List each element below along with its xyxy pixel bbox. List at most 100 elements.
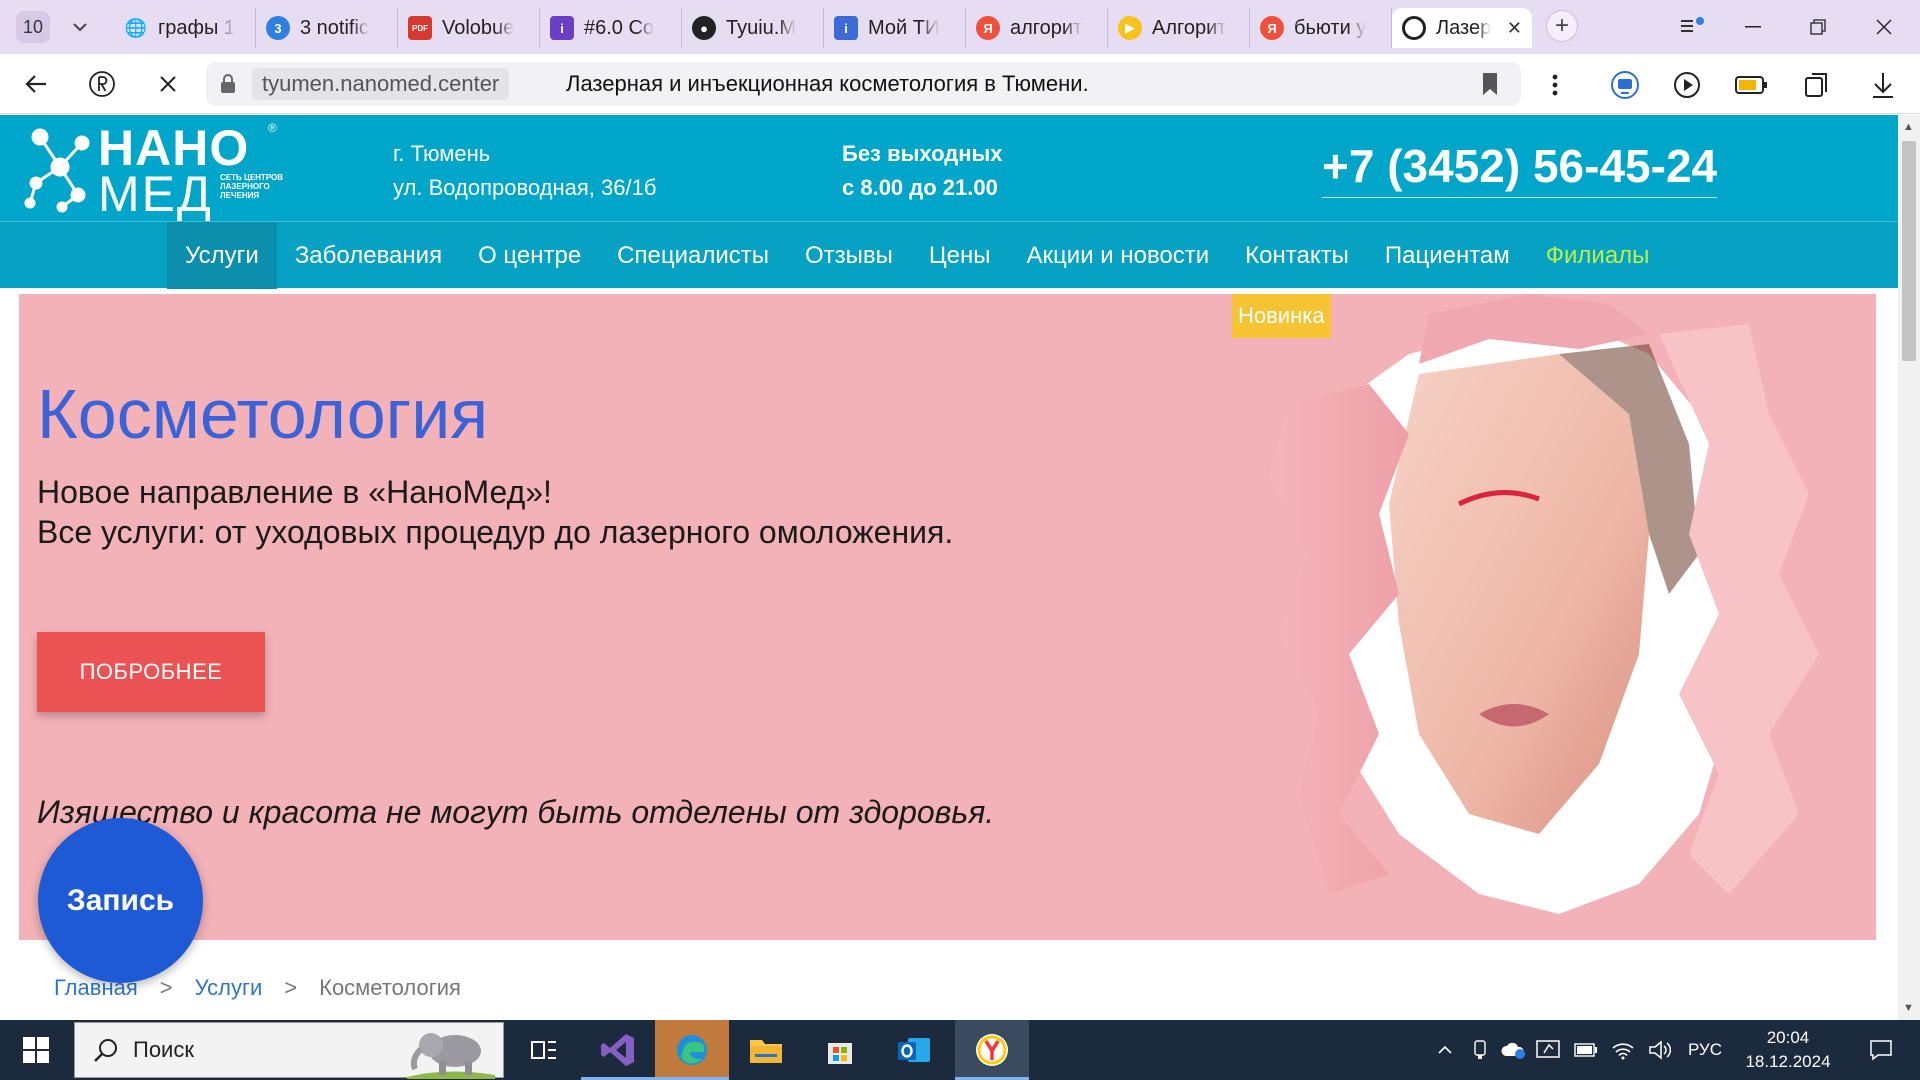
- taskbar-search-placeholder: Поиск: [133, 1037, 194, 1062]
- minimize-icon: [1745, 26, 1761, 28]
- browser-tab[interactable]: PDF Volobue: [398, 8, 540, 48]
- nav-item[interactable]: Отзывы: [787, 222, 911, 289]
- nav-item[interactable]: Пациентам: [1367, 222, 1528, 289]
- battery-saver-button[interactable]: [1734, 68, 1768, 102]
- taskbar-microsoft-store[interactable]: [803, 1020, 877, 1080]
- wifi-icon: [1612, 1043, 1634, 1060]
- bookmark-icon[interactable]: [1481, 72, 1499, 96]
- show-hidden-icons-button[interactable]: [1430, 1020, 1460, 1080]
- nav-item[interactable]: Акции и новости: [1009, 222, 1228, 289]
- tray-onedrive[interactable]: [1497, 1020, 1529, 1080]
- browser-tab[interactable]: i Мой ТИ: [824, 8, 966, 48]
- info-square-icon: i: [550, 16, 574, 40]
- working-hours: Без выходных с 8.00 до 21.00: [842, 137, 1003, 205]
- stop-loading-button[interactable]: [150, 66, 186, 102]
- yandex-icon: Я: [976, 16, 1000, 40]
- hero-woman-torn-paper-image: [1229, 294, 1876, 940]
- scroll-down-arrow-icon[interactable]: ▼: [1903, 1002, 1914, 1014]
- page-scrollbar[interactable]: ▲ ▼: [1898, 115, 1920, 1020]
- nav-item[interactable]: О центре: [460, 222, 599, 289]
- breadcrumb-services[interactable]: Услуги: [195, 975, 263, 1001]
- more-details-button[interactable]: ПОБРОБНЕЕ: [37, 632, 265, 712]
- tab-label: 3 notific: [300, 16, 369, 39]
- close-icon: [1876, 19, 1892, 35]
- restore-button[interactable]: [1793, 10, 1843, 44]
- taskbar-yandex-browser[interactable]: [955, 1020, 1029, 1080]
- start-button[interactable]: [0, 1020, 72, 1080]
- store-icon: [828, 1043, 852, 1064]
- address-bar[interactable]: tyumen.nanomed.center Лазерная и инъекци…: [206, 62, 1521, 106]
- downloads-button[interactable]: [1866, 68, 1900, 102]
- back-button[interactable]: [18, 66, 54, 102]
- collections-button[interactable]: [1800, 68, 1834, 102]
- edge-browser-icon: [677, 1035, 707, 1065]
- nav-item[interactable]: Цены: [911, 222, 1009, 289]
- translate-extension-button[interactable]: [1608, 68, 1642, 102]
- close-icon: [160, 76, 176, 92]
- browser-tab[interactable]: 🌐 графы 1: [114, 8, 256, 48]
- browser-tab[interactable]: ● Tyuiu.M: [682, 8, 824, 48]
- tray-wifi[interactable]: [1607, 1020, 1639, 1080]
- notifications-button[interactable]: [1852, 1020, 1910, 1080]
- phone-number-link[interactable]: +7 (3452) 56-45-24: [1322, 139, 1718, 198]
- loading-icon: [1402, 16, 1426, 40]
- browser-tab-active[interactable]: Лазер ✕: [1392, 8, 1532, 48]
- tray-device-icon[interactable]: [1465, 1020, 1495, 1080]
- browser-tab[interactable]: 3 3 notific: [256, 8, 398, 48]
- hero-subtitle-line2: Все услуги: от уходовых процедур до лазе…: [37, 514, 954, 550]
- taskbar-file-explorer[interactable]: [729, 1020, 803, 1080]
- registered-mark: ®: [268, 121, 277, 135]
- elephant-illustration-icon: [407, 1033, 495, 1079]
- visual-studio-icon: [601, 1034, 634, 1066]
- browser-tab[interactable]: Яалгорит: [966, 8, 1108, 48]
- taskbar-search[interactable]: Поиск: [74, 1022, 504, 1079]
- yandex-home-button[interactable]: [84, 66, 120, 102]
- tab-label: Мой ТИ: [868, 16, 940, 39]
- close-window-button[interactable]: [1859, 10, 1909, 44]
- taskbar-outlook[interactable]: [877, 1020, 951, 1080]
- tab-manager-button[interactable]: [1667, 10, 1717, 44]
- nav-item[interactable]: Контакты: [1227, 222, 1367, 289]
- scrollbar-thumb[interactable]: [1902, 141, 1916, 361]
- close-tab-icon[interactable]: ✕: [1507, 18, 1522, 39]
- hero-quote: Изящество и красота не могут быть отделе…: [37, 794, 995, 830]
- new-tab-button[interactable]: +: [1546, 10, 1578, 42]
- media-player-button[interactable]: [1670, 68, 1704, 102]
- logo-text-bottom: МЕД: [98, 166, 213, 222]
- browser-tab[interactable]: i #6.0 Co: [540, 8, 682, 48]
- taskbar-visual-studio[interactable]: [581, 1020, 655, 1080]
- outlook-icon: [898, 1038, 930, 1062]
- appointment-button[interactable]: Запись: [38, 818, 203, 983]
- nav-item[interactable]: Специалисты: [599, 222, 787, 289]
- task-view-icon: [531, 1041, 556, 1059]
- browser-tab[interactable]: ▶ Алгорит: [1108, 8, 1250, 48]
- tray-clock[interactable]: 20:04 18.12.2024: [1738, 1026, 1838, 1074]
- arrow-left-icon: [25, 75, 46, 93]
- nav-item[interactable]: Филиалы: [1528, 222, 1668, 289]
- task-view-button[interactable]: [507, 1020, 581, 1080]
- chevron-down-icon: [73, 23, 87, 32]
- lock-icon[interactable]: [220, 74, 236, 94]
- browser-tab[interactable]: Ябьюти у: [1250, 8, 1392, 48]
- menu-button[interactable]: [1538, 68, 1572, 102]
- tab-counter[interactable]: 10: [16, 11, 50, 43]
- globe-icon: 🌐: [124, 17, 148, 38]
- tray-security[interactable]: [1533, 1020, 1565, 1080]
- collections-icon: [1805, 73, 1827, 97]
- scroll-up-arrow-icon[interactable]: ▲: [1903, 121, 1914, 133]
- tray-language[interactable]: РУС: [1682, 1020, 1728, 1080]
- tray-volume[interactable]: [1644, 1020, 1676, 1080]
- tray-battery[interactable]: [1570, 1020, 1602, 1080]
- site-main-nav: Услуги Заболевания О центре Специалисты Отзы…: [0, 221, 1898, 289]
- nav-item[interactable]: Заболевания: [277, 222, 460, 289]
- yandex-browser-icon: [976, 1034, 1008, 1066]
- taskbar-edge[interactable]: [655, 1020, 729, 1080]
- site-logo[interactable]: НАНО МЕД СЕТЬ ЦЕНТРОВ ЛАЗЕРНОГО ЛЕЧЕНИЯ …: [22, 119, 292, 222]
- browser-toolbar: tyumen.nanomed.center Лазерная и инъекци…: [0, 54, 1920, 114]
- tab-list-dropdown[interactable]: [64, 11, 96, 43]
- domain-chip[interactable]: tyumen.nanomed.center: [252, 68, 510, 100]
- battery-icon: [1735, 76, 1767, 94]
- browser-tab-strip: 10 🌐 графы 1 3 3 notific PDF Volobue i #6.0 Co ●…: [0, 0, 1920, 54]
- nav-item[interactable]: Услуги: [167, 222, 277, 289]
- minimize-button[interactable]: [1728, 10, 1778, 44]
